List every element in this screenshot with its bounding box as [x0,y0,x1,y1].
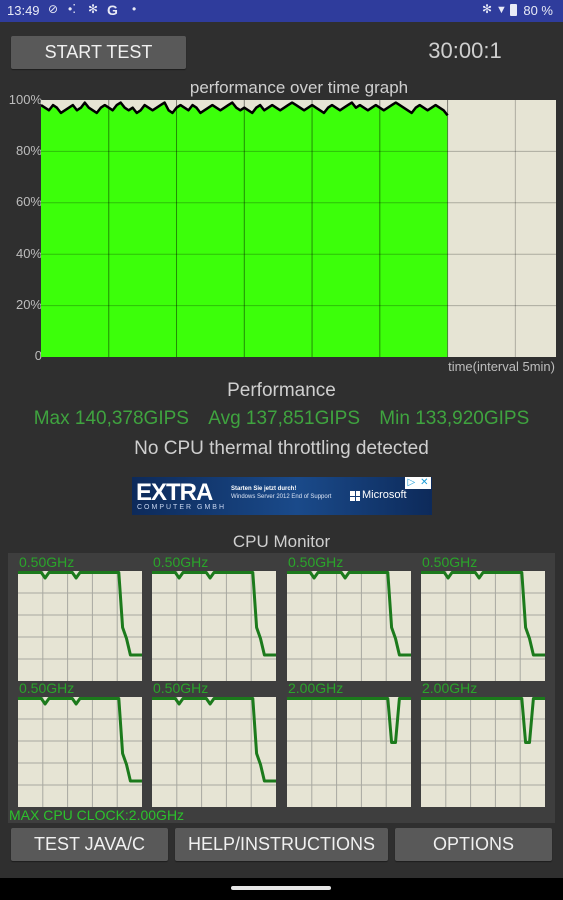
help-instructions-button[interactable]: HELP/INSTRUCTIONS [175,828,388,861]
cpu-monitor-title: CPU Monitor [232,532,331,551]
cpu-core-chart: 0.50GHz [152,554,276,681]
ad-brand-logo: EXTRA [136,479,213,506]
home-gesture-handle[interactable] [231,886,331,890]
check-circle-icon: ⊘ [48,2,59,16]
cpu-core-graph [152,697,276,807]
y-tick-label: 40% [15,246,42,261]
test-java-c-button[interactable]: TEST JAVA/C [11,828,168,861]
cpu-core-chart: 0.50GHz [18,680,142,807]
google-g-icon: G [107,2,118,18]
start-test-button[interactable]: START TEST [11,36,186,69]
cpu-core-frequency: 0.50GHz [288,554,344,570]
app-root: 13:49 ⊘ •⁚ ✻ G • ✻ ▼ 80 % START TEST 30:… [0,0,563,900]
performance-chart [41,100,556,357]
navigation-bar [0,878,563,900]
y-tick-label: 0 [34,348,42,363]
bluetooth-icon: ✻ [482,2,493,16]
cpu-core-frequency: 0.50GHz [422,554,478,570]
options-button[interactable]: OPTIONS [395,828,552,861]
bluetooth-icon: ✻ [88,2,99,16]
test-timer: 30:00:1 [428,38,502,63]
cpu-core-chart: 0.50GHz [421,554,545,681]
y-tick-label: 20% [15,297,42,312]
cpu-core-graph [18,697,142,807]
cpu-core-frequency: 2.00GHz [422,680,478,696]
x-axis-label: time(interval 5min) [448,359,555,374]
cpu-core-graph [287,571,411,681]
cpu-core-graph [152,571,276,681]
cpu-core-frequency: 0.50GHz [153,554,209,570]
avg-performance: Avg 137,851GIPS [208,408,361,429]
performance-title: Performance [227,380,336,401]
cpu-core-chart: 0.50GHz [18,554,142,681]
y-tick-label: 60% [15,194,42,209]
ad-headline: Starten Sie jetzt durch! [231,486,297,492]
min-performance: Min 133,920GIPS [379,408,530,429]
cpu-core-graph [421,571,545,681]
cpu-core-frequency: 0.50GHz [153,680,209,696]
max-performance: Max 140,378GIPS [33,408,189,429]
wifi-icon: ▼ [496,4,507,16]
assistant-dots-icon: •⁚ [68,2,77,16]
close-icon[interactable]: ✕ [420,478,428,488]
cpu-core-chart: 0.50GHz [152,680,276,807]
cpu-core-chart: 2.00GHz [421,680,545,807]
cpu-core-chart: 0.50GHz [287,554,411,681]
adchoices-icon[interactable]: ▷ [407,478,415,488]
battery-icon [510,4,517,16]
performance-stats: Max 140,378GIPS Avg 137,851GIPS Min 133,… [0,408,563,430]
cpu-core-graph [18,571,142,681]
microsoft-logo-icon [350,491,360,501]
ad-banner[interactable]: EXTRA COMPUTER GMBH Starten Sie jetzt du… [132,477,432,515]
throttling-status: No CPU thermal throttling detected [134,438,429,459]
ad-subline: Windows Server 2012 End of Support [231,494,332,500]
status-bar: 13:49 ⊘ •⁚ ✻ G • ✻ ▼ 80 % [0,0,563,22]
dot-icon: • [132,2,137,16]
cpu-core-chart: 2.00GHz [287,680,411,807]
ad-brand-sub: COMPUTER GMBH [137,504,226,511]
cpu-core-frequency: 2.00GHz [288,680,344,696]
ad-choices[interactable]: ▷ ✕ [405,477,431,489]
graph-title: performance over time graph [189,78,409,97]
y-tick-label: 80% [15,143,42,158]
core-chart-background [421,697,545,807]
y-tick-label: 100% [8,92,42,107]
cpu-core-frequency: 0.50GHz [19,554,75,570]
status-time: 13:49 [7,3,40,18]
cpu-core-graph [287,697,411,807]
battery-percentage: 80 % [523,3,553,18]
max-cpu-clock: MAX CPU CLOCK:2.00GHz [9,807,185,823]
ad-partner: Microsoft [362,489,407,501]
cpu-core-frequency: 0.50GHz [19,680,75,696]
core-chart-background [287,697,411,807]
cpu-core-graph [421,697,545,807]
